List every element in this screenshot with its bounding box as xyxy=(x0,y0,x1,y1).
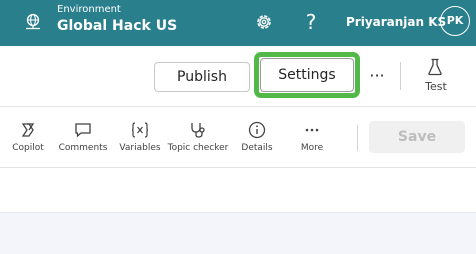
environment-name[interactable]: Global Hack US xyxy=(57,16,177,36)
environment-label: Environment xyxy=(57,4,121,15)
toolbar-label: Topic checker xyxy=(167,143,229,153)
stethoscope-icon xyxy=(191,123,205,138)
toolbar-label: Comments xyxy=(58,143,108,153)
info-icon xyxy=(248,121,266,139)
user-name[interactable]: Priyaranjan KS xyxy=(346,13,446,31)
avatar[interactable]: PK xyxy=(440,6,470,36)
toolbar-topic-checker[interactable]: Topic checker xyxy=(166,121,230,154)
save-button[interactable]: Save xyxy=(369,121,465,153)
toolbar-comments[interactable]: Comments xyxy=(57,121,109,154)
toolbar-label: Copilot xyxy=(12,143,44,153)
divider xyxy=(357,125,358,151)
toolbar-more[interactable]: More xyxy=(292,121,332,154)
copilot-icon xyxy=(21,123,35,137)
more-icon xyxy=(305,128,319,132)
settings-button[interactable]: Settings xyxy=(260,58,354,92)
flask-icon[interactable] xyxy=(427,58,443,76)
variables-icon xyxy=(131,122,149,138)
comment-icon xyxy=(75,123,91,138)
divider xyxy=(400,62,401,90)
help-icon[interactable]: ? xyxy=(300,9,322,35)
gear-icon[interactable] xyxy=(254,12,274,32)
toolbar-variables[interactable]: Variables xyxy=(117,121,163,154)
toolbar-label: Details xyxy=(241,143,273,153)
toolbar-copilot[interactable]: Copilot xyxy=(8,121,48,154)
publish-button[interactable]: Publish xyxy=(154,62,250,92)
toolbar-details[interactable]: Details xyxy=(236,121,278,154)
topic-toolbar: Copilot Comments Variables Topic checker… xyxy=(0,107,476,168)
authoring-canvas xyxy=(0,168,476,213)
command-bar: Publish Settings ··· Test xyxy=(0,46,476,107)
top-header-bar: Environment Global Hack US ? Priyaranjan… xyxy=(0,0,476,46)
environment-icon[interactable] xyxy=(24,13,42,31)
toolbar-label: More xyxy=(300,143,324,153)
more-options-icon[interactable]: ··· xyxy=(366,64,388,88)
test-label[interactable]: Test xyxy=(418,80,454,94)
toolbar-label: Variables xyxy=(119,143,161,153)
